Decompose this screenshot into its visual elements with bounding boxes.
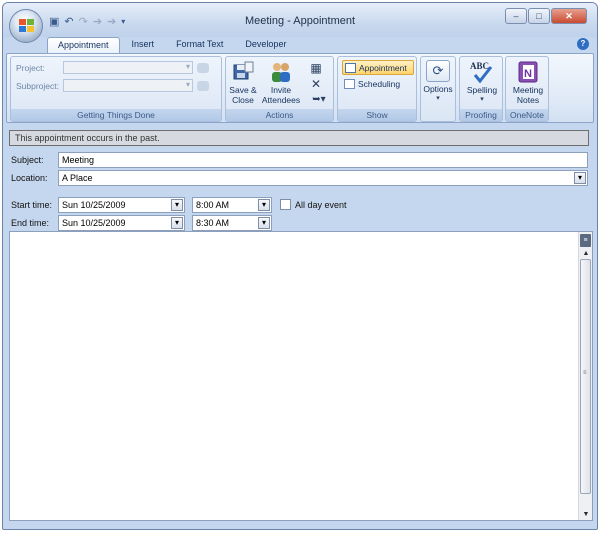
project-row: Project: [16, 61, 209, 74]
tab-insert[interactable]: Insert [122, 37, 165, 54]
ribbon: Project: Subproject: Getting Things Done [6, 53, 594, 123]
group-label: Actions [226, 109, 333, 121]
appointment-window: ▣ ↶ ↷ ➔ ➔ ▾ Meeting - Appointment – □ ✕ … [2, 2, 598, 530]
start-time-value: 8:00 AM [196, 200, 230, 210]
subject-field[interactable]: Meeting [58, 152, 588, 168]
scheduling-view-label: Scheduling [358, 79, 401, 89]
tab-appointment[interactable]: Appointment [47, 37, 120, 54]
group-getting-things-done: Project: Subproject: Getting Things Done [10, 56, 222, 122]
save-close-button[interactable]: Save & Close [228, 60, 258, 105]
end-date-value: Sun 10/25/2009 [62, 218, 126, 228]
tab-format-text[interactable]: Format Text [166, 37, 233, 54]
meeting-notes-button[interactable]: N Meeting Notes [508, 60, 548, 105]
ribbon-tabs: Appointment Insert Format Text Developer [47, 37, 298, 54]
forward-icon[interactable]: ➥▾ [309, 93, 329, 107]
project-label: Project: [16, 62, 45, 73]
appointment-icon [345, 63, 356, 73]
project-combo[interactable] [63, 61, 193, 74]
scroll-thumb[interactable]: ≡ [580, 259, 591, 494]
scroll-up-icon[interactable]: ▲ [579, 250, 593, 257]
end-time-field[interactable]: 8:30 AM ▾ [192, 215, 272, 231]
delete-icon[interactable]: ✕ [309, 77, 323, 91]
subject-label: Subject: [11, 155, 44, 165]
options-icon: ⟳ [426, 60, 450, 82]
vertical-scrollbar[interactable]: ≡ ▲ ≡ ▼ [578, 232, 592, 520]
office-button[interactable] [9, 9, 43, 43]
spelling-dropdown-icon: ▾ [480, 96, 484, 103]
location-label: Location: [11, 173, 48, 183]
tab-developer[interactable]: Developer [235, 37, 296, 54]
all-day-checkbox[interactable] [280, 199, 291, 210]
location-dropdown-icon[interactable]: ▾ [574, 172, 586, 184]
group-label: Getting Things Done [11, 109, 221, 121]
spelling-icon: ABC [470, 61, 493, 84]
invite-attendees-icon [272, 63, 290, 82]
start-time-field[interactable]: 8:00 AM ▾ [192, 197, 272, 213]
options-button[interactable]: ⟳ Options ▾ [423, 60, 453, 104]
group-label: Proofing [460, 109, 502, 121]
group-show: Appointment Scheduling Show [337, 56, 417, 122]
office-logo-icon [19, 19, 35, 33]
help-icon[interactable]: ? [577, 38, 589, 50]
scroll-down-icon[interactable]: ▼ [579, 511, 593, 518]
end-date-dropdown-icon[interactable]: ▾ [171, 217, 183, 229]
scheduling-view-button[interactable]: Scheduling [342, 77, 414, 92]
maximize-button[interactable]: □ [528, 8, 550, 24]
subproject-row: Subproject: [16, 79, 209, 92]
spelling-button[interactable]: ABC Spelling ▾ [462, 60, 502, 105]
appointment-form: This appointment occurs in the past. Sub… [6, 127, 594, 527]
all-day-label[interactable]: All day event [295, 200, 347, 210]
group-actions: Save & Close Invite Attendees ▦ ✕ ➥▾ Act… [225, 56, 334, 122]
svg-text:N: N [524, 68, 532, 80]
meeting-notes-label: Meeting Notes [512, 85, 544, 105]
start-date-field[interactable]: Sun 10/25/2009 ▾ [58, 197, 185, 213]
options-dropdown-icon: ▾ [436, 95, 440, 102]
scrollbar-icon[interactable]: ≡ [580, 234, 591, 247]
start-date-dropdown-icon[interactable]: ▾ [171, 199, 183, 211]
onenote-icon: N [518, 61, 538, 83]
group-label: OneNote [506, 109, 548, 121]
end-time-value: 8:30 AM [196, 218, 230, 228]
info-bar: This appointment occurs in the past. [9, 130, 589, 146]
title-bar: ▣ ↶ ↷ ➔ ➔ ▾ Meeting - Appointment – □ ✕ [3, 3, 597, 43]
subproject-combo[interactable] [63, 79, 193, 92]
end-time-label: End time: [11, 218, 50, 228]
group-label: Show [338, 109, 416, 121]
options-label: Options [423, 84, 453, 94]
appointment-view-label: Appointment [359, 63, 407, 73]
end-date-field[interactable]: Sun 10/25/2009 ▾ [58, 215, 185, 231]
save-close-label: Save & Close [229, 85, 257, 105]
save-close-icon [233, 61, 254, 80]
location-field[interactable]: A Place ▾ [58, 170, 588, 186]
group-onenote: N Meeting Notes OneNote [505, 56, 549, 122]
svg-text:ABC: ABC [470, 61, 489, 71]
notes-body[interactable]: ≡ ▲ ≡ ▼ [9, 231, 593, 521]
window-controls: – □ ✕ [505, 8, 587, 24]
group-proofing: ABC Spelling ▾ Proofing [459, 56, 503, 122]
end-time-dropdown-icon[interactable]: ▾ [258, 217, 270, 229]
start-date-value: Sun 10/25/2009 [62, 200, 126, 210]
calendar-icon[interactable]: ▦ [309, 61, 323, 75]
location-value: A Place [62, 173, 93, 183]
start-time-dropdown-icon[interactable]: ▾ [258, 199, 270, 211]
minimize-button[interactable]: – [505, 8, 527, 24]
invite-attendees-button[interactable]: Invite Attendees [261, 60, 301, 105]
subproject-label: Subproject: [16, 80, 59, 91]
scheduling-icon [344, 79, 355, 89]
grip-icon: ≡ [583, 370, 587, 376]
subproject-action-icon[interactable] [197, 80, 209, 91]
close-button[interactable]: ✕ [551, 8, 587, 24]
start-time-label: Start time: [11, 200, 53, 210]
spelling-label: Spelling [466, 85, 498, 95]
appointment-view-button[interactable]: Appointment [342, 60, 414, 75]
invite-attendees-label: Invite Attendees [261, 85, 301, 105]
project-action-icon[interactable] [197, 62, 209, 73]
group-options: ⟳ Options ▾ [420, 56, 456, 122]
